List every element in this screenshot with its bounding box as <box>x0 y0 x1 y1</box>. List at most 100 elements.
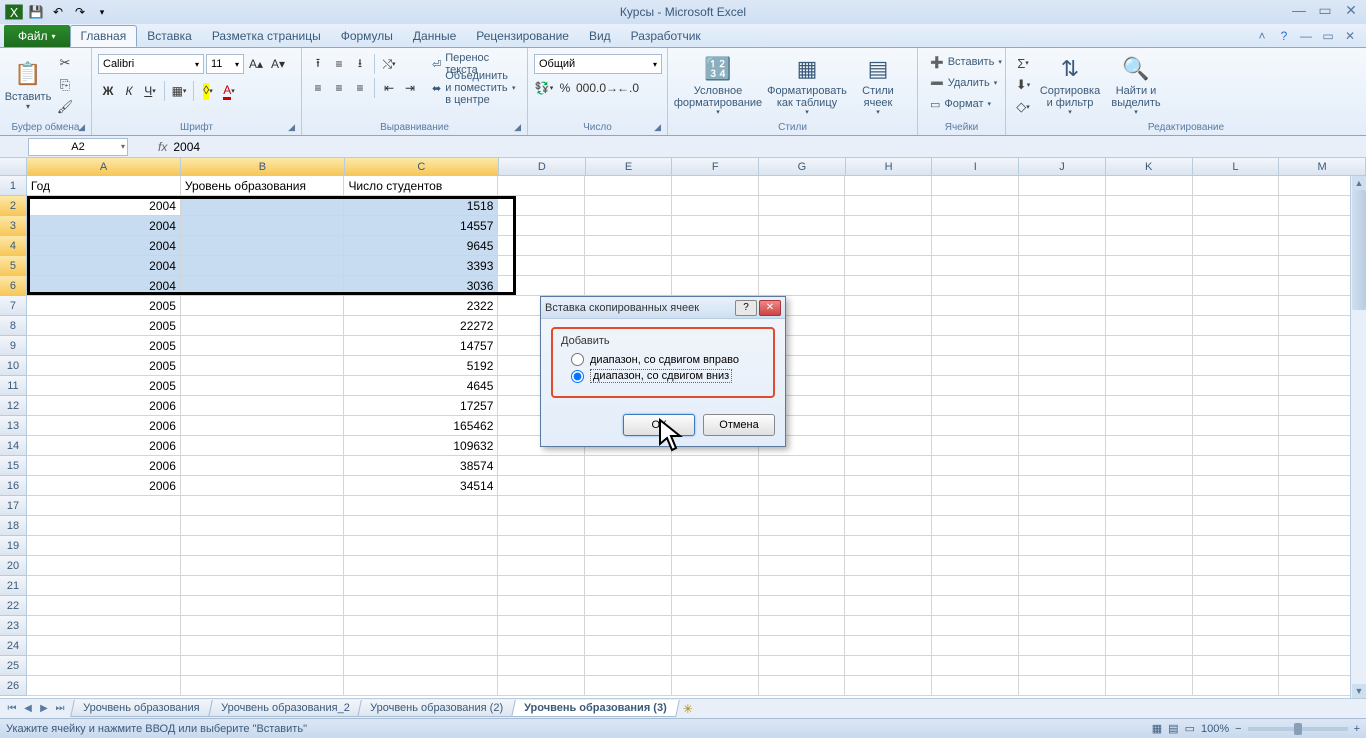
cell[interactable] <box>1106 296 1193 316</box>
cell[interactable] <box>585 616 672 636</box>
cell[interactable]: Уровень образования <box>181 176 345 196</box>
row-header[interactable]: 23 <box>0 616 27 636</box>
cell[interactable] <box>845 296 932 316</box>
cell[interactable] <box>932 616 1019 636</box>
cell[interactable] <box>585 256 672 276</box>
cell[interactable] <box>181 356 345 376</box>
column-header[interactable]: E <box>586 158 673 176</box>
sheet-tab[interactable]: Урочвень образования_2 <box>208 700 362 717</box>
font-color-button[interactable]: A▾ <box>219 81 239 101</box>
cell[interactable]: 38574 <box>344 456 498 476</box>
cell[interactable] <box>759 656 846 676</box>
row-header[interactable]: 14 <box>0 436 27 456</box>
workbook-close-icon[interactable]: ✕ <box>1342 28 1358 44</box>
cut-icon[interactable]: ✂ <box>54 53 76 73</box>
align-center-icon[interactable]: ≡ <box>329 78 349 98</box>
ribbon-tab-6[interactable]: Вид <box>579 25 621 47</box>
cell[interactable]: 2005 <box>27 356 181 376</box>
dialog-close-icon[interactable]: ✕ <box>759 300 781 316</box>
column-header[interactable]: B <box>181 158 345 176</box>
cell[interactable]: 5192 <box>344 356 498 376</box>
cell[interactable] <box>932 396 1019 416</box>
row-header[interactable]: 15 <box>0 456 27 476</box>
cell[interactable] <box>498 536 585 556</box>
align-left-icon[interactable]: ≡ <box>308 78 328 98</box>
cell[interactable] <box>498 496 585 516</box>
cell[interactable] <box>181 296 345 316</box>
cell[interactable] <box>498 276 585 296</box>
cell[interactable] <box>1106 656 1193 676</box>
cell[interactable] <box>845 596 932 616</box>
font-name-combo[interactable]: Calibri▾ <box>98 54 204 74</box>
column-header[interactable]: G <box>759 158 846 176</box>
cell[interactable] <box>932 196 1019 216</box>
cell[interactable] <box>585 596 672 616</box>
cell[interactable] <box>1019 416 1106 436</box>
cell[interactable] <box>932 576 1019 596</box>
row-header[interactable]: 26 <box>0 676 27 696</box>
cell[interactable] <box>498 256 585 276</box>
ribbon-tab-3[interactable]: Формулы <box>331 25 403 47</box>
cell[interactable] <box>932 316 1019 336</box>
row-header[interactable]: 6 <box>0 276 27 296</box>
cell[interactable]: 2006 <box>27 456 181 476</box>
align-right-icon[interactable]: ≡ <box>350 78 370 98</box>
cell[interactable] <box>1106 196 1193 216</box>
cell[interactable] <box>181 656 345 676</box>
cell[interactable] <box>498 636 585 656</box>
column-header[interactable]: A <box>27 158 181 176</box>
cell[interactable] <box>1193 656 1280 676</box>
excel-icon[interactable]: X <box>4 2 24 22</box>
cell[interactable] <box>1019 296 1106 316</box>
cell[interactable] <box>1019 196 1106 216</box>
cell[interactable] <box>1106 436 1193 456</box>
cell[interactable] <box>181 276 345 296</box>
cell[interactable] <box>1106 416 1193 436</box>
cell[interactable] <box>845 636 932 656</box>
delete-cells-button[interactable]: ➖Удалить▾ <box>924 73 999 93</box>
cell[interactable] <box>672 256 759 276</box>
number-format-combo[interactable]: Общий▾ <box>534 54 662 74</box>
cancel-button[interactable]: Отмена <box>703 414 775 436</box>
column-header[interactable]: H <box>846 158 933 176</box>
new-sheet-icon[interactable]: ✳ <box>683 702 693 716</box>
cell[interactable] <box>1193 276 1280 296</box>
cell[interactable] <box>344 516 498 536</box>
clear-icon[interactable]: ◇▾ <box>1012 97 1034 117</box>
ribbon-tab-2[interactable]: Разметка страницы <box>202 25 331 47</box>
cell[interactable]: 2005 <box>27 336 181 356</box>
cell[interactable] <box>181 556 345 576</box>
cell[interactable] <box>672 576 759 596</box>
zoom-in-icon[interactable]: + <box>1354 723 1360 735</box>
cell[interactable] <box>585 216 672 236</box>
align-bottom-icon[interactable]: ⭳ <box>350 54 370 74</box>
cell[interactable] <box>344 596 498 616</box>
cell[interactable] <box>845 556 932 576</box>
cell[interactable] <box>845 676 932 696</box>
ribbon-tab-5[interactable]: Рецензирование <box>466 25 579 47</box>
sheet-tab[interactable]: Урочвень образования <box>70 700 212 717</box>
cell[interactable] <box>1019 316 1106 336</box>
cell[interactable] <box>498 596 585 616</box>
cell[interactable] <box>1019 496 1106 516</box>
column-header[interactable]: K <box>1106 158 1193 176</box>
cell[interactable] <box>1106 236 1193 256</box>
cell[interactable] <box>759 176 846 196</box>
cell[interactable]: 2006 <box>27 436 181 456</box>
cell[interactable] <box>672 636 759 656</box>
cell[interactable] <box>759 276 846 296</box>
cell[interactable] <box>932 536 1019 556</box>
cell[interactable] <box>672 196 759 216</box>
autosum-icon[interactable]: Σ▾ <box>1012 53 1034 73</box>
cell[interactable] <box>932 636 1019 656</box>
cell[interactable] <box>1193 296 1280 316</box>
conditional-formatting-button[interactable]: 🔢Условное форматирование▾ <box>674 50 762 120</box>
cell[interactable] <box>672 236 759 256</box>
cell[interactable] <box>27 516 181 536</box>
view-layout-icon[interactable]: ▤ <box>1168 722 1178 735</box>
cell[interactable] <box>1106 356 1193 376</box>
cell[interactable] <box>585 536 672 556</box>
cell[interactable]: 34514 <box>344 476 498 496</box>
fill-color-button[interactable]: ◊▾ <box>198 81 218 101</box>
cell[interactable] <box>672 516 759 536</box>
